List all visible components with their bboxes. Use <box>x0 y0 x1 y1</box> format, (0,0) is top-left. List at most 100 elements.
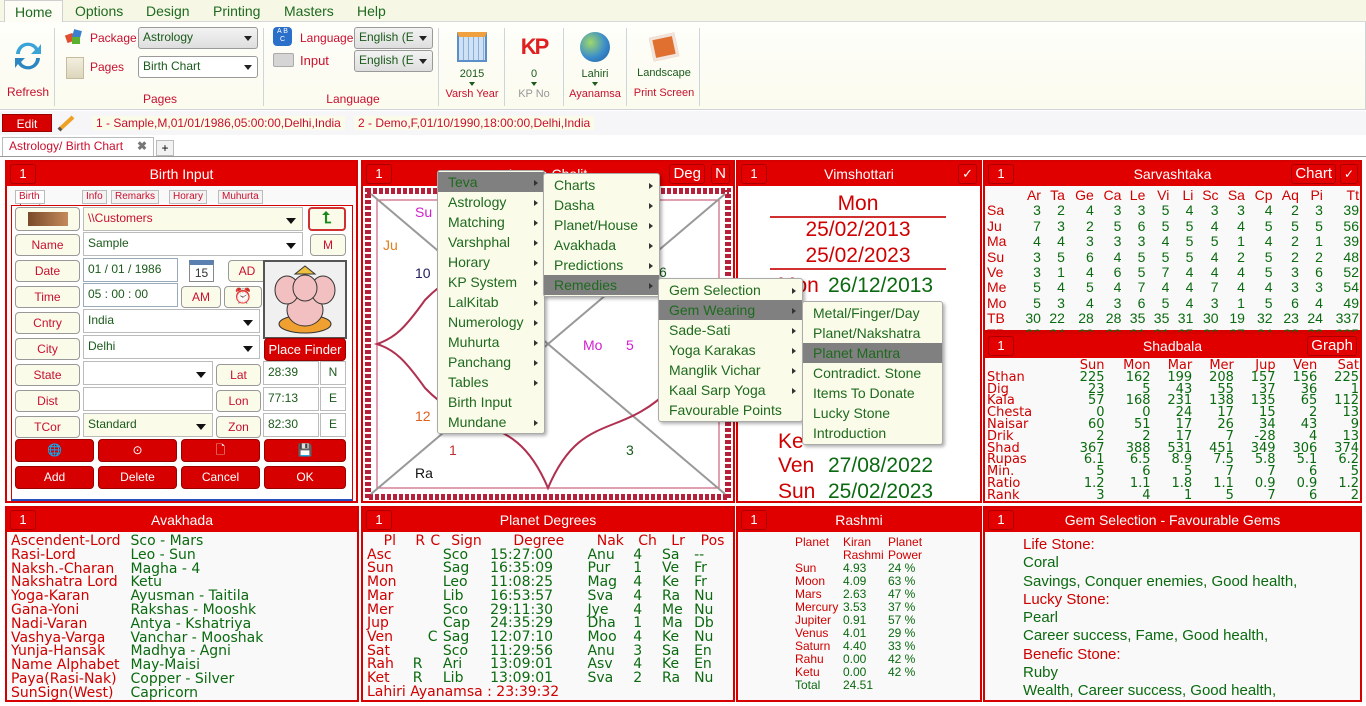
menu-item-lalkitab[interactable]: LalKitab <box>438 292 544 312</box>
go-up-button[interactable]: ⮤ <box>308 207 346 231</box>
lat-field[interactable]: 28:39 <box>263 361 319 385</box>
time-field[interactable]: 05 : 00 : 00 <box>83 283 178 307</box>
menu-item-dasha[interactable]: Dasha <box>544 195 659 215</box>
folder-select[interactable]: \\Customers <box>83 207 303 231</box>
panel-number-button[interactable]: 1 <box>988 336 1014 356</box>
ayanamsa-button[interactable]: Lahiri Ayanamsa <box>566 32 624 100</box>
menu-item-metal-finger-day[interactable]: Metal/Finger/Day <box>803 303 942 323</box>
search-customer-button[interactable] <box>15 207 80 231</box>
ampm-button[interactable]: AM <box>181 286 221 308</box>
panel-number-button[interactable]: 1 <box>741 510 767 530</box>
new-file-button[interactable]: 🗋 <box>181 439 260 462</box>
country-select[interactable]: India <box>83 309 260 333</box>
pages-select[interactable]: Birth Chart <box>138 56 258 78</box>
check-button[interactable]: ✓ <box>1339 164 1358 184</box>
close-icon[interactable]: ✖ <box>137 139 147 153</box>
chart-button[interactable]: Chart <box>1291 164 1336 184</box>
district-field[interactable] <box>83 387 213 411</box>
kp-no-button[interactable]: KP 0 KP No <box>510 32 558 100</box>
menu-item-introduction[interactable]: Introduction <box>803 423 942 443</box>
menu-tab-masters[interactable]: Masters <box>274 0 344 22</box>
print-screen-button[interactable]: Landscape Print Screen <box>630 32 698 99</box>
zone-button[interactable]: Zon <box>216 416 261 438</box>
menu-item-planet-nakshatra[interactable]: Planet/Nakshatra <box>803 323 942 343</box>
panel-number-button[interactable]: 1 <box>988 164 1014 184</box>
degree-button[interactable]: Deg <box>669 164 705 184</box>
date-button[interactable]: Date <box>15 260 80 282</box>
panel-number-button[interactable]: 1 <box>988 510 1014 530</box>
save-button[interactable]: 💾 <box>264 439 346 462</box>
time-button[interactable]: Time <box>15 286 80 308</box>
check-button[interactable]: ✓ <box>958 164 977 184</box>
dob-entry-1[interactable]: 1 - Sample,M,01/01/1986,05:00:00,Delhi,I… <box>92 116 345 130</box>
panel-number-button[interactable]: 1 <box>366 510 392 530</box>
gender-button[interactable]: M <box>310 234 346 256</box>
city-select[interactable]: Delhi <box>83 335 260 359</box>
north-style-button[interactable]: N <box>711 164 730 184</box>
time-correction-select[interactable]: Standard <box>83 413 213 437</box>
lon-button[interactable]: Lon <box>216 390 261 412</box>
district-button[interactable]: Dist <box>15 390 80 412</box>
menu-item-birth-input[interactable]: Birth Input <box>438 392 544 412</box>
date-field[interactable]: 01 / 01 / 1986 <box>83 258 178 282</box>
menu-item-remedies[interactable]: Remedies <box>544 275 659 295</box>
zone-field[interactable]: 82:30 <box>263 413 319 437</box>
country-button[interactable]: Cntry <box>15 312 80 334</box>
panel-number-button[interactable]: 1 <box>10 164 36 184</box>
menu-tab-options[interactable]: Options <box>65 0 133 22</box>
menu-item-contradict-stone[interactable]: Contradict. Stone <box>803 363 942 383</box>
menu-item-planet-house[interactable]: Planet/House <box>544 215 659 235</box>
panel-number-button[interactable]: 1 <box>366 164 392 184</box>
place-finder-button[interactable]: Place Finder <box>264 338 346 361</box>
subtab-remarks[interactable]: Remarks <box>111 190 160 204</box>
edit-dob-button[interactable]: Edit DOB <box>2 114 52 149</box>
name-field[interactable]: Sample <box>83 232 303 256</box>
menu-item-horary[interactable]: Horary <box>438 252 544 272</box>
menu-item-gem-wearing[interactable]: Gem Wearing <box>659 300 802 320</box>
zone-direction[interactable]: E <box>320 413 346 437</box>
menu-item-items-to-donate[interactable]: Items To Donate <box>803 383 942 403</box>
subtab-info[interactable]: Info <box>82 190 107 204</box>
menu-tab-home[interactable]: Home <box>4 0 64 22</box>
add-tab-button[interactable]: + <box>156 140 174 156</box>
menu-item-astrology[interactable]: Astrology <box>438 192 544 212</box>
menu-item-sade-sati[interactable]: Sade-Sati <box>659 320 802 340</box>
varsh-year-button[interactable]: 2015 Varsh Year <box>444 32 500 100</box>
state-select[interactable] <box>83 361 213 385</box>
language-select[interactable]: English (E <box>354 27 433 49</box>
antardasha-row[interactable]: Ven 27/08/2022 <box>778 454 933 478</box>
menu-item-avakhada[interactable]: Avakhada <box>544 235 659 255</box>
panel-number-button[interactable]: 1 <box>10 510 36 530</box>
state-button[interactable]: State <box>15 364 80 386</box>
lon-field[interactable]: 77:13 <box>263 387 319 411</box>
pencil-icon[interactable] <box>56 114 76 132</box>
lat-button[interactable]: Lat <box>216 364 261 386</box>
graph-button[interactable]: Graph <box>1307 336 1357 356</box>
input-language-select[interactable]: English (E <box>354 50 433 72</box>
cancel-button[interactable]: Cancel <box>181 466 260 489</box>
time-correction-button[interactable]: TCor <box>15 416 80 438</box>
subtab-birth-input[interactable]: Birth Input <box>15 190 46 214</box>
menu-item-numerology[interactable]: Numerology <box>438 312 544 332</box>
menu-item-manglik-vichar[interactable]: Manglik Vichar <box>659 360 802 380</box>
menu-item-kaal-sarp-yoga[interactable]: Kaal Sarp Yoga <box>659 380 802 400</box>
menu-tab-help[interactable]: Help <box>347 0 396 22</box>
menu-item-panchang[interactable]: Panchang <box>438 352 544 372</box>
calendar-picker-icon[interactable]: 15 <box>189 260 214 282</box>
menu-item-varshphal[interactable]: Varshphal <box>438 232 544 252</box>
lat-direction[interactable]: N <box>320 361 346 385</box>
menu-tab-printing[interactable]: Printing <box>203 0 270 22</box>
menu-tab-design[interactable]: Design <box>136 0 200 22</box>
menu-item-yoga-karakas[interactable]: Yoga Karakas <box>659 340 802 360</box>
menu-item-lucky-stone[interactable]: Lucky Stone <box>803 403 942 423</box>
menu-item-mundane[interactable]: Mundane <box>438 412 544 432</box>
alarm-clock-button[interactable]: ⏰ <box>224 286 262 308</box>
menu-item-teva[interactable]: Teva <box>438 172 544 192</box>
subtab-horary[interactable]: Horary <box>169 190 208 204</box>
dob-entry-2[interactable]: 2 - Demo,F,01/10/1990,18:00:00,Delhi,Ind… <box>354 116 595 130</box>
name-button[interactable]: Name <box>15 234 80 256</box>
delete-button[interactable]: Delete <box>98 466 177 489</box>
package-select[interactable]: Astrology <box>138 27 258 49</box>
menu-item-matching[interactable]: Matching <box>438 212 544 232</box>
menu-item-charts[interactable]: Charts <box>544 175 659 195</box>
